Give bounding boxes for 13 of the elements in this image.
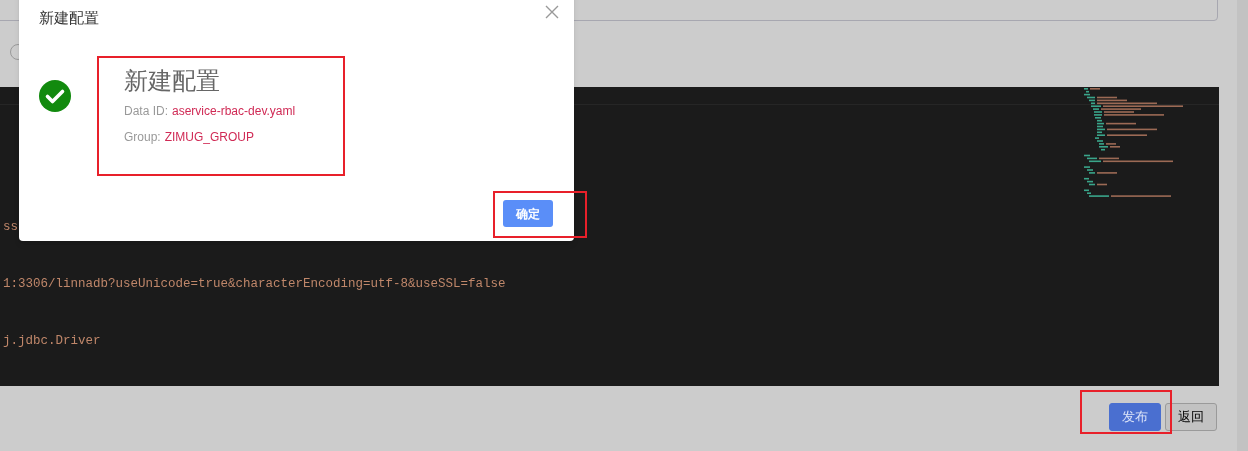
code-line: j.jdbc.Driver — [2, 333, 101, 350]
field-value: ZIMUG_GROUP — [164, 129, 255, 146]
footer-button[interactable]: 发布 — [1109, 403, 1161, 431]
dialog-title: 新建配置 — [39, 8, 99, 28]
code-line: 1:3306/linnadb?useUnicode=true&characterEncoding=utf-8&useSSL=false — [2, 276, 506, 293]
footer-button[interactable]: 返回 — [1165, 403, 1217, 431]
success-icon — [39, 80, 71, 112]
confirm-button[interactable]: 确定 — [503, 200, 553, 227]
field-label: Group: — [124, 129, 161, 146]
close-icon[interactable] — [545, 5, 559, 19]
field-label: Data ID: — [124, 103, 168, 120]
code-line: ss — [2, 219, 18, 236]
field-value: aservice-rbac-dev.yaml — [172, 103, 296, 120]
